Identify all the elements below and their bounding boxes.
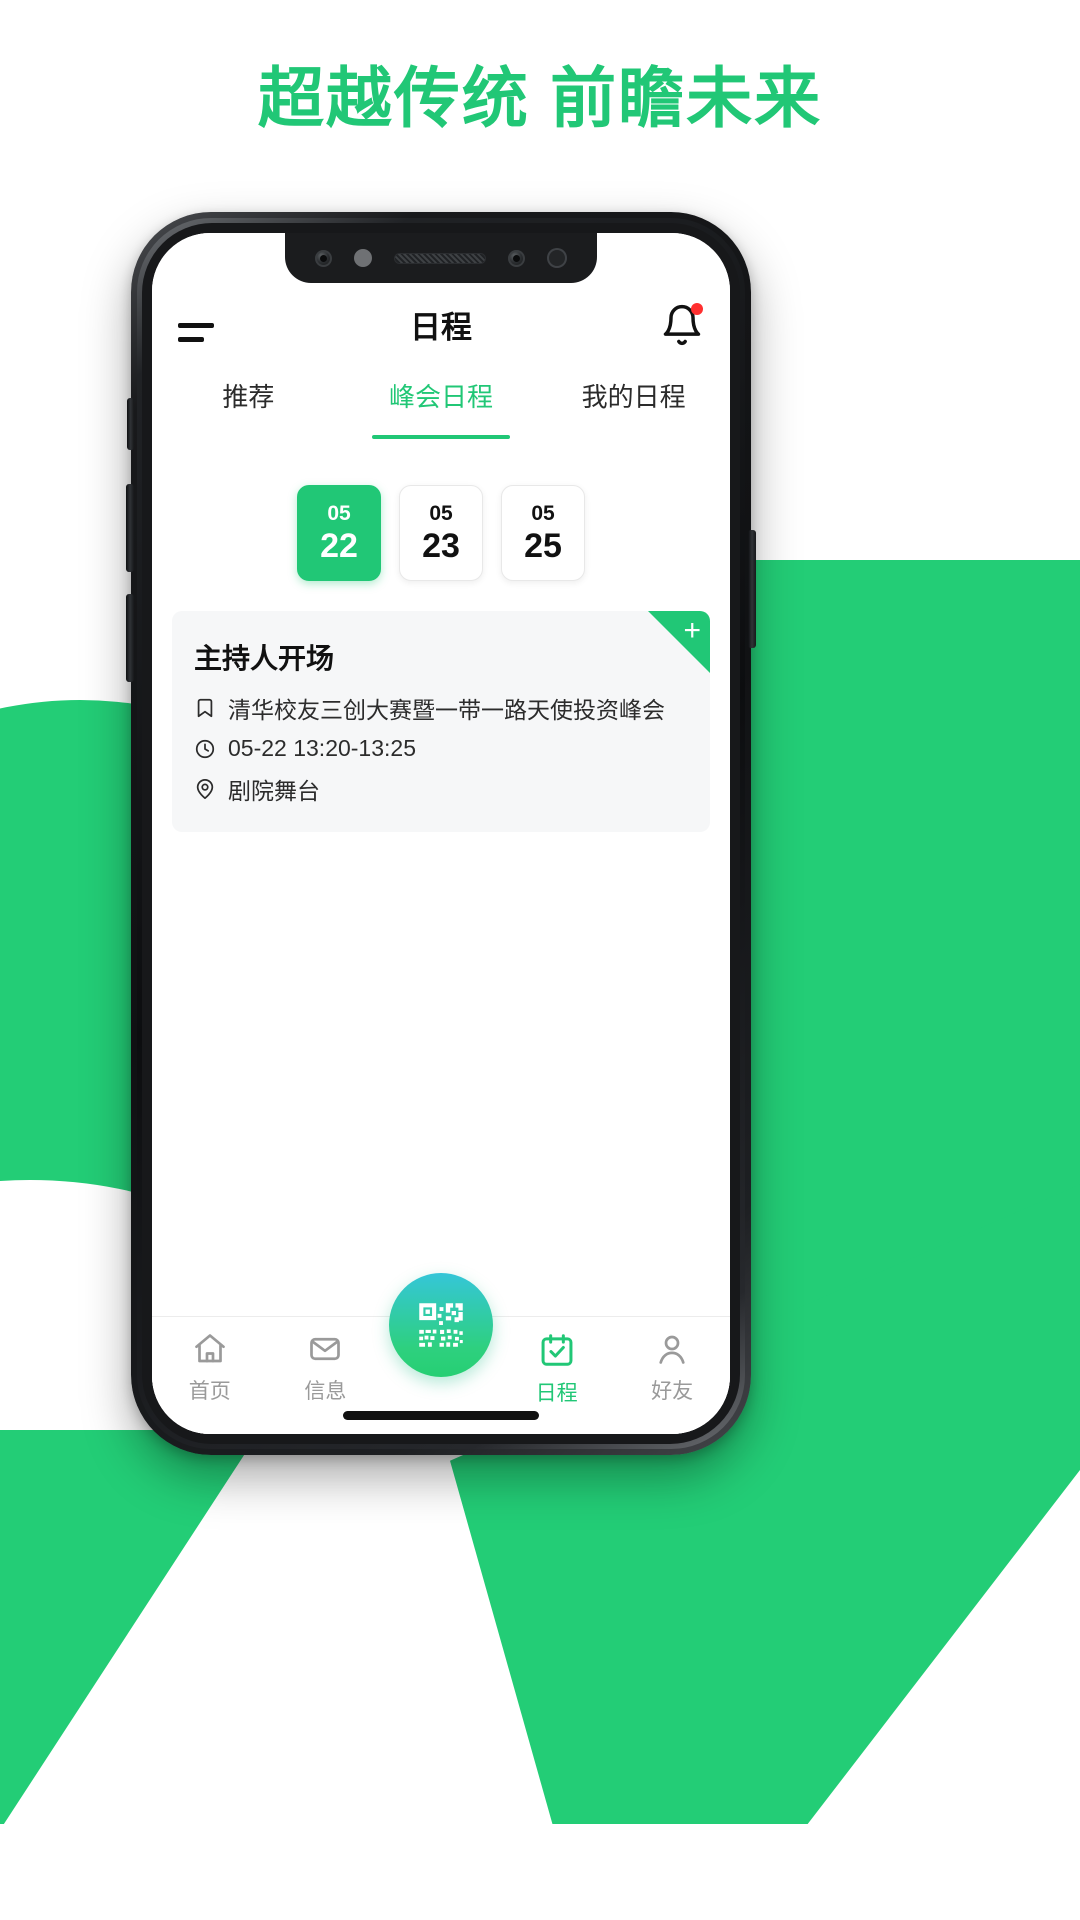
notification-button[interactable] bbox=[660, 303, 704, 347]
tab-label: 推荐 bbox=[222, 382, 275, 412]
bookmark-icon bbox=[197, 698, 213, 718]
schedule-card-event: 清华校友三创大赛暨一带一路天使投资峰会 bbox=[228, 697, 665, 723]
proximity-sensor-icon bbox=[354, 249, 372, 267]
date-chip-month: 05 bbox=[531, 501, 555, 525]
map-pin-icon bbox=[196, 779, 214, 800]
schedule-card-location-row: 剧院舞台 bbox=[194, 772, 684, 806]
nav-item-messages[interactable]: 信息 bbox=[268, 1317, 384, 1405]
phone-volume-down-button bbox=[126, 594, 134, 682]
clock-icon bbox=[195, 739, 215, 758]
plus-icon: + bbox=[683, 614, 701, 647]
nav-item-label: 信息 bbox=[304, 1380, 347, 1403]
nav-item-schedule[interactable]: 日程 bbox=[499, 1317, 615, 1407]
page-headline: 超越传统 前瞻未来 bbox=[257, 61, 823, 135]
notification-badge bbox=[691, 303, 703, 315]
schedule-card-event-row: 清华校友三创大赛暨一带一路天使投资峰会 bbox=[194, 691, 684, 725]
bg-shape-bottom-strip bbox=[0, 1824, 1080, 1920]
hamburger-line-top bbox=[178, 322, 214, 328]
schedule-card-title: 主持人开场 bbox=[194, 643, 335, 674]
front-camera-icon bbox=[315, 249, 332, 267]
home-icon bbox=[194, 1334, 225, 1363]
date-chip-day: 23 bbox=[422, 527, 460, 566]
phone-screen: 日程 推荐 峰会日程 我的日程 05 22 05 23 05 25 + 主持人开… bbox=[152, 233, 730, 1434]
tab-label: 峰会日程 bbox=[389, 382, 494, 412]
calendar-check-icon bbox=[541, 1334, 573, 1366]
person-icon bbox=[659, 1335, 685, 1364]
nav-item-label: 日程 bbox=[535, 1382, 578, 1405]
phone-mockup: 日程 推荐 峰会日程 我的日程 05 22 05 23 05 25 + 主持人开… bbox=[126, 212, 756, 1455]
scan-qr-button[interactable] bbox=[389, 1273, 493, 1377]
hamburger-line-bottom bbox=[178, 336, 204, 342]
date-chip-month: 05 bbox=[429, 501, 453, 525]
schedule-card-location: 剧院舞台 bbox=[228, 778, 320, 804]
schedule-card[interactable]: + 主持人开场 清华校友三创大赛暨一带一路天使投资峰会 05-22 13:20-… bbox=[172, 611, 710, 832]
date-chip[interactable]: 05 23 bbox=[399, 485, 483, 581]
tab-summit-schedule[interactable]: 峰会日程 bbox=[345, 361, 538, 451]
schedule-card-time: 05-22 13:20-13:25 bbox=[228, 735, 416, 761]
phone-mute-switch bbox=[127, 398, 134, 450]
tab-recommend[interactable]: 推荐 bbox=[152, 361, 345, 451]
date-chip-month: 05 bbox=[327, 501, 351, 525]
nav-item-label: 好友 bbox=[651, 1380, 694, 1403]
tab-label: 我的日程 bbox=[581, 382, 686, 412]
date-chip-day: 22 bbox=[320, 527, 358, 566]
date-chip[interactable]: 05 22 bbox=[297, 485, 381, 581]
nav-item-label: 首页 bbox=[188, 1380, 231, 1403]
date-chip-day: 25 bbox=[524, 527, 562, 566]
envelope-icon bbox=[310, 1337, 341, 1361]
ir-camera-icon bbox=[508, 249, 525, 267]
date-chip[interactable]: 05 25 bbox=[501, 485, 585, 581]
phone-notch bbox=[285, 233, 597, 283]
earpiece-speaker-icon bbox=[394, 252, 486, 264]
nav-item-friends[interactable]: 好友 bbox=[614, 1317, 730, 1405]
phone-power-button bbox=[748, 530, 756, 648]
tab-my-schedule[interactable]: 我的日程 bbox=[537, 361, 730, 451]
page-title: 日程 bbox=[410, 310, 472, 345]
hamburger-icon[interactable] bbox=[178, 317, 216, 347]
home-indicator bbox=[343, 1411, 539, 1420]
qr-scan-icon bbox=[419, 1303, 463, 1347]
nav-item-home[interactable]: 首页 bbox=[152, 1317, 268, 1405]
dot-projector-icon bbox=[547, 248, 567, 268]
app-container: 日程 推荐 峰会日程 我的日程 05 22 05 23 05 25 + 主持人开… bbox=[152, 233, 730, 1434]
tab-active-underline bbox=[372, 435, 510, 439]
phone-volume-up-button bbox=[126, 484, 134, 572]
tab-bar: 推荐 峰会日程 我的日程 bbox=[152, 361, 730, 451]
date-selector: 05 22 05 23 05 25 bbox=[152, 485, 730, 581]
schedule-card-time-row: 05-22 13:20-13:25 bbox=[194, 735, 684, 762]
page-root: 超越传统 前瞻未来 日程 推荐 峰会日程 我的日程 05 22 05 23 05… bbox=[0, 0, 1080, 1920]
